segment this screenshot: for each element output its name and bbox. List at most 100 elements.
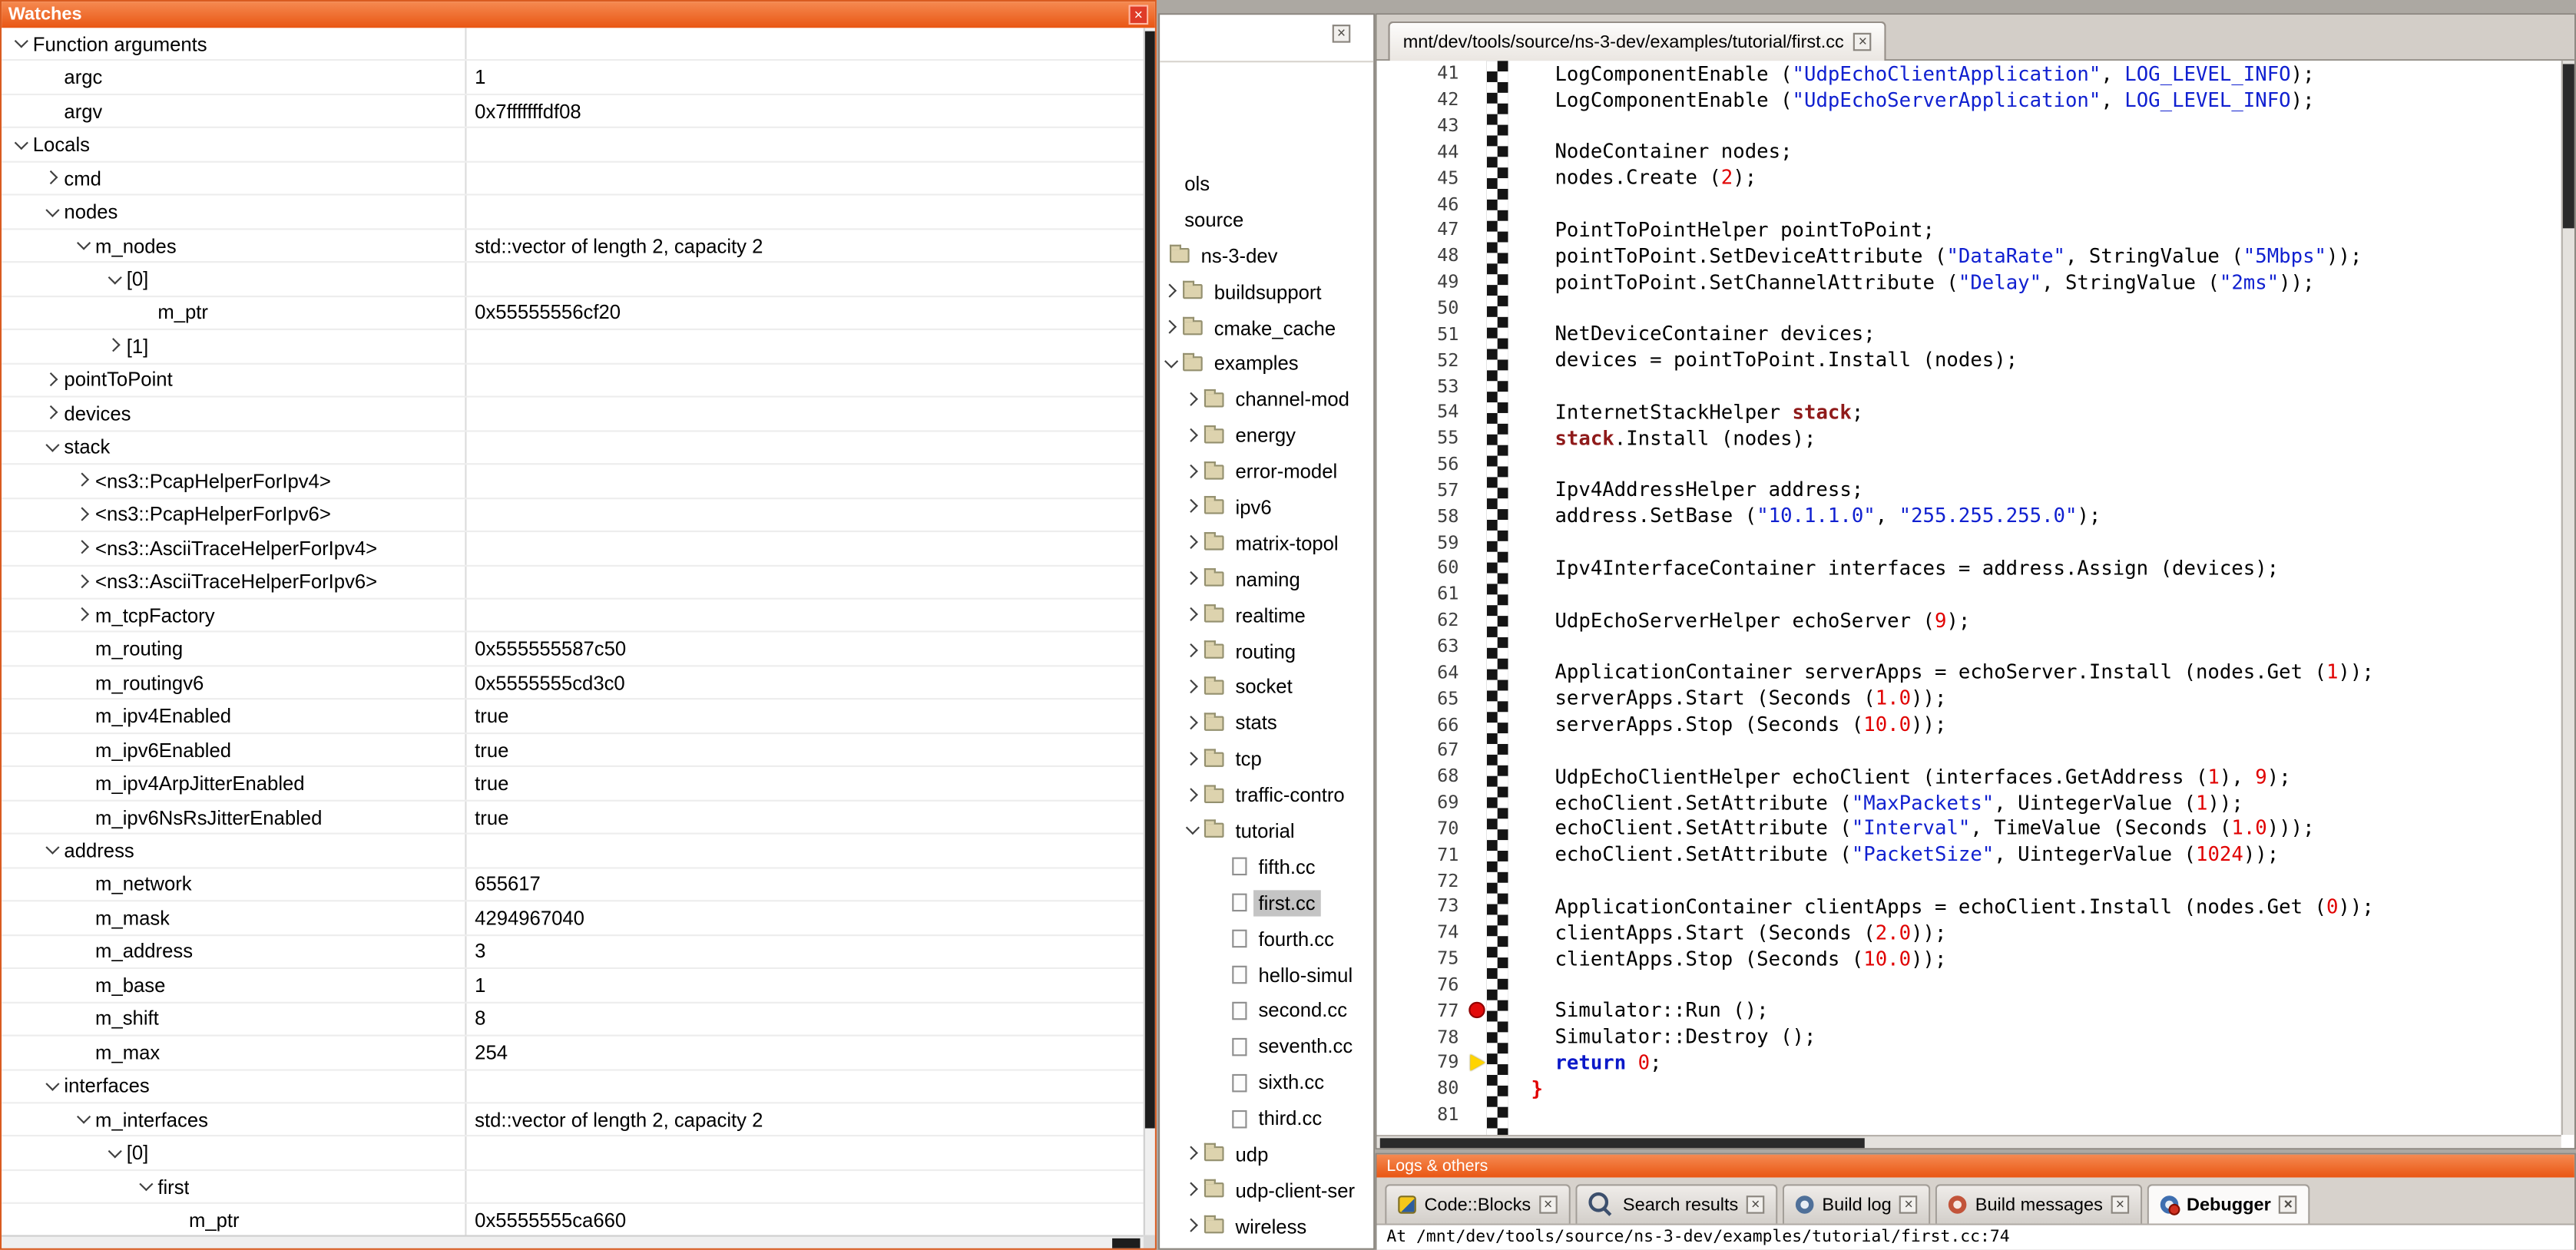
marker-margin[interactable] (1468, 87, 1487, 113)
tree-item-second-cc[interactable]: second.cc (1160, 993, 1373, 1029)
marker-margin[interactable] (1468, 815, 1487, 842)
marker-margin[interactable] (1468, 868, 1487, 894)
expander-closed-icon[interactable] (105, 336, 127, 357)
tree-item-udp-client-ser[interactable]: udp-client-ser (1160, 1172, 1373, 1209)
watch-row[interactable]: m_tcpFactory (2, 600, 1144, 633)
watch-row[interactable]: m_interfacesstd::vector of length 2, cap… (2, 1103, 1144, 1137)
expander-open-icon[interactable] (43, 1076, 65, 1097)
marker-margin[interactable] (1468, 1102, 1487, 1128)
breakpoint-icon[interactable] (1468, 1002, 1485, 1018)
tree-item-sixth-cc[interactable]: sixth.cc (1160, 1065, 1373, 1101)
expander-closed-icon[interactable] (43, 403, 65, 425)
tree-item-udp[interactable]: udp (1160, 1136, 1373, 1172)
marker-margin[interactable] (1468, 971, 1487, 997)
code-line[interactable]: 79 return 0; (1376, 1050, 2561, 1076)
watch-row[interactable]: pointToPoint (2, 364, 1144, 398)
code-line[interactable]: 58 address.SetBase ("10.1.1.0", "255.255… (1376, 503, 2561, 529)
marker-margin[interactable] (1468, 763, 1487, 789)
code-line[interactable]: 42 LogComponentEnable ("UdpEchoServerApp… (1376, 87, 2561, 113)
expander-closed-icon[interactable] (74, 504, 95, 525)
code-line[interactable]: 49 pointToPoint.SetChannelAttribute ("De… (1376, 269, 2561, 295)
marker-margin[interactable] (1468, 425, 1487, 451)
watch-row[interactable]: address (2, 835, 1144, 868)
watch-row[interactable]: m_ipv6Enabledtrue (2, 734, 1144, 768)
watch-row[interactable]: m_address3 (2, 935, 1144, 969)
logs-tab-code-blocks[interactable]: Code::Blocks× (1385, 1184, 1570, 1223)
code-line[interactable]: 53 (1376, 373, 2561, 399)
watch-row[interactable]: m_ipv4ArpJitterEnabledtrue (2, 768, 1144, 802)
code-line[interactable]: 62 UdpEchoServerHelper echoServer (9); (1376, 607, 2561, 633)
marker-margin[interactable] (1468, 1050, 1487, 1076)
marker-margin[interactable] (1468, 529, 1487, 555)
expander-closed-icon[interactable] (1183, 640, 1204, 662)
code-line[interactable]: 81 (1376, 1102, 2561, 1128)
watches-vertical-scrollbar[interactable] (1144, 28, 1155, 1235)
code-line[interactable]: 55 stack.Install (nodes); (1376, 425, 2561, 451)
expander-open-icon[interactable] (105, 269, 127, 290)
code-line[interactable]: 46 (1376, 191, 2561, 217)
code-line[interactable]: 57 Ipv4AddressHelper address; (1376, 477, 2561, 503)
watch-row[interactable]: argv0x7fffffffdf08 (2, 95, 1144, 129)
expander-closed-icon[interactable] (74, 470, 95, 491)
expander-closed-icon[interactable] (43, 167, 65, 189)
tab-close-icon[interactable]: × (2111, 1195, 2130, 1214)
expander-open-icon[interactable] (12, 134, 33, 156)
watch-row[interactable]: stack (2, 432, 1144, 465)
code-line[interactable]: 75 clientApps.Stop (Seconds (10.0)); (1376, 945, 2561, 971)
watch-row[interactable]: m_max254 (2, 1037, 1144, 1070)
watch-row[interactable]: m_shift8 (2, 1003, 1144, 1037)
marker-margin[interactable] (1468, 373, 1487, 399)
code-line[interactable]: 59 (1376, 529, 2561, 555)
editor-tab-close-icon[interactable]: × (1854, 33, 1872, 51)
expander-closed-icon[interactable] (1183, 604, 1204, 626)
expander-closed-icon[interactable] (1183, 533, 1204, 554)
watch-row[interactable]: cmd (2, 162, 1144, 196)
code-line[interactable]: 64 ApplicationContainer serverApps = ech… (1376, 660, 2561, 686)
marker-margin[interactable] (1468, 1076, 1487, 1102)
marker-margin[interactable] (1468, 243, 1487, 269)
tree-item-ols[interactable]: ols (1160, 166, 1373, 202)
code-line[interactable]: 71 echoClient.SetAttribute ("PacketSize"… (1376, 842, 2561, 868)
code-line[interactable]: 54 InternetStackHelper stack; (1376, 399, 2561, 425)
marker-margin[interactable] (1468, 477, 1487, 503)
tree-item-channel-mod[interactable]: channel-mod (1160, 382, 1373, 418)
code-area[interactable]: 41 LogComponentEnable ("UdpEchoClientApp… (1376, 61, 2561, 1135)
code-line[interactable]: 76 (1376, 971, 2561, 997)
code-line[interactable]: 65 serverApps.Start (Seconds (1.0)); (1376, 685, 2561, 711)
tree-item-ns-3-dev[interactable]: ns-3-dev (1160, 238, 1373, 274)
watch-row[interactable]: Function arguments (2, 28, 1144, 61)
marker-margin[interactable] (1468, 920, 1487, 946)
tree-item-ipv6[interactable]: ipv6 (1160, 489, 1373, 525)
expander-closed-icon[interactable] (1183, 749, 1204, 770)
watches-hscroll-thumb[interactable] (1112, 1238, 1140, 1248)
marker-margin[interactable] (1468, 945, 1487, 971)
marker-margin[interactable] (1468, 581, 1487, 607)
code-line[interactable]: 47 PointToPointHelper pointToPoint; (1376, 217, 2561, 243)
watch-row[interactable]: m_ptr0x55555556cf20 (2, 297, 1144, 331)
tab-close-icon[interactable]: × (1539, 1195, 1558, 1214)
code-line[interactable]: 77 Simulator::Run (); (1376, 997, 2561, 1023)
marker-margin[interactable] (1468, 789, 1487, 815)
expander-open-icon[interactable] (43, 201, 65, 223)
tree-item-source[interactable]: source (1160, 202, 1373, 238)
logs-tab-debugger[interactable]: Debugger× (2147, 1184, 2310, 1223)
logs-tab-search-results[interactable]: Search results× (1575, 1184, 1778, 1223)
code-line[interactable]: 70 echoClient.SetAttribute ("Interval", … (1376, 815, 2561, 842)
code-line[interactable]: 80} (1376, 1076, 2561, 1102)
expander-open-icon[interactable] (137, 1176, 158, 1198)
expander-open-icon[interactable] (1161, 353, 1183, 375)
expander-closed-icon[interactable] (1183, 497, 1204, 518)
watch-row[interactable]: <ns3::PcapHelperForIpv4> (2, 465, 1144, 499)
watch-row[interactable]: m_base1 (2, 969, 1144, 1003)
expander-open-icon[interactable] (74, 1109, 95, 1130)
tree-item-matrix-topol[interactable]: matrix-topol (1160, 525, 1373, 561)
code-line[interactable]: 69 echoClient.SetAttribute ("MaxPackets"… (1376, 789, 2561, 815)
editor-horizontal-scrollbar[interactable] (1376, 1135, 2561, 1148)
marker-margin[interactable] (1468, 1023, 1487, 1050)
tree-item-realtime[interactable]: realtime (1160, 597, 1373, 633)
marker-margin[interactable] (1468, 503, 1487, 529)
marker-margin[interactable] (1468, 660, 1487, 686)
expander-closed-icon[interactable] (1183, 461, 1204, 482)
tree-item-buildsupport[interactable]: buildsupport (1160, 274, 1373, 310)
code-line[interactable]: 67 (1376, 737, 2561, 763)
